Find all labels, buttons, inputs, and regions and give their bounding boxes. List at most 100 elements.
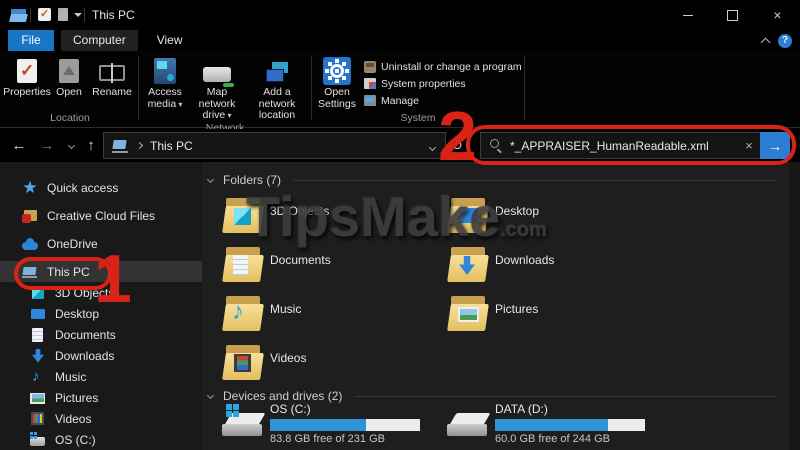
folder-tile[interactable]: Videos bbox=[222, 343, 447, 392]
folder-icon bbox=[224, 345, 262, 381]
properties-button[interactable]: Properties bbox=[4, 54, 50, 99]
system-properties-button[interactable]: System properties bbox=[364, 75, 522, 92]
divider bbox=[311, 56, 312, 120]
navigation-bar: ← → ↑ This PC ↻ × → 2 bbox=[0, 129, 800, 162]
clear-search-icon[interactable]: × bbox=[738, 138, 760, 153]
ribbon-tab[interactable]: View bbox=[145, 30, 195, 51]
minimize-ribbon-icon[interactable] bbox=[761, 38, 771, 48]
back-button[interactable]: ← bbox=[8, 129, 30, 162]
drive-name: DATA (D:) bbox=[495, 402, 645, 416]
divider bbox=[138, 56, 139, 120]
forward-button[interactable]: → bbox=[36, 129, 58, 162]
breadcrumb[interactable]: This PC bbox=[150, 139, 193, 153]
sidebar-item[interactable]: Pictures bbox=[0, 387, 202, 408]
divider bbox=[84, 8, 85, 22]
drive-tile[interactable]: DATA (D:) 60.0 GB free of 244 GB bbox=[447, 402, 672, 450]
divider bbox=[293, 180, 776, 181]
search-box[interactable]: × → bbox=[480, 132, 790, 159]
rename-button[interactable]: Rename bbox=[88, 54, 136, 99]
quick-access-icon bbox=[22, 180, 38, 196]
folder-label: Documents bbox=[270, 253, 331, 267]
minimize-button[interactable] bbox=[665, 0, 710, 30]
drive-windows-icon bbox=[222, 406, 266, 440]
onedrive-icon bbox=[22, 236, 38, 252]
uninstall-icon bbox=[364, 61, 376, 73]
sidebar-item[interactable]: OS (C:) bbox=[0, 429, 202, 450]
sidebar-item-label: Music bbox=[55, 370, 86, 384]
documents-icon bbox=[233, 255, 248, 275]
open-button[interactable]: Open bbox=[50, 54, 88, 99]
drive-plain-icon bbox=[447, 406, 491, 440]
this-pc-icon bbox=[112, 139, 129, 153]
breadcrumb-chevron-icon bbox=[136, 142, 143, 149]
search-input[interactable] bbox=[510, 139, 738, 153]
sidebar-item-label: Pictures bbox=[55, 391, 98, 405]
close-button[interactable]: × bbox=[755, 0, 800, 30]
rename-icon bbox=[99, 65, 125, 81]
drive-caption: 60.0 GB free of 244 GB bbox=[495, 433, 645, 445]
folder-label: Videos bbox=[270, 351, 306, 365]
folder-tile[interactable]: Music bbox=[222, 294, 447, 343]
open-icon bbox=[59, 59, 79, 83]
folder-icon bbox=[449, 247, 487, 283]
videos-icon bbox=[234, 354, 251, 372]
open-settings-button[interactable]: Open Settings bbox=[314, 54, 360, 110]
watermark: TipsMake.com bbox=[246, 184, 547, 249]
annotation-number-1: 1 bbox=[94, 246, 132, 312]
documents-icon bbox=[30, 327, 46, 343]
desktop-icon bbox=[30, 306, 46, 322]
search-go-button[interactable]: → bbox=[760, 132, 790, 159]
capacity-bar-fill bbox=[495, 419, 608, 431]
help-icon[interactable] bbox=[778, 34, 792, 48]
recent-locations-icon[interactable] bbox=[60, 129, 82, 162]
downloads-icon bbox=[459, 256, 475, 275]
windows-logo-icon bbox=[226, 404, 232, 410]
collapse-section-icon bbox=[207, 391, 214, 398]
sidebar-item[interactable]: Creative Cloud Files bbox=[0, 205, 202, 226]
maximize-button[interactable] bbox=[710, 0, 755, 30]
sidebar-item[interactable]: Quick access bbox=[0, 177, 202, 198]
ribbon-tab[interactable]: File bbox=[8, 30, 54, 51]
folder-icon bbox=[224, 296, 262, 332]
sidebar-item[interactable]: Music bbox=[0, 366, 202, 387]
creative-cloud-icon bbox=[22, 208, 38, 224]
qat-checkbox-icon[interactable] bbox=[38, 8, 51, 21]
window-title: This PC bbox=[92, 0, 135, 30]
map-network-drive-button[interactable]: Map network drive bbox=[189, 54, 245, 122]
address-bar[interactable]: This PC bbox=[103, 132, 446, 159]
system-properties-icon bbox=[364, 78, 376, 89]
sidebar-item-label: OS (C:) bbox=[55, 433, 96, 447]
settings-gear-icon bbox=[323, 57, 351, 85]
sidebar-item[interactable]: Documents bbox=[0, 324, 202, 345]
folder-tile[interactable]: Documents bbox=[222, 245, 447, 294]
group-label-system: System bbox=[314, 112, 522, 127]
navigation-pane: Quick access Creative Cloud Files OneDri… bbox=[0, 162, 202, 450]
access-media-button[interactable]: Access media bbox=[141, 54, 189, 110]
folder-tile[interactable]: Downloads bbox=[447, 245, 672, 294]
manage-icon bbox=[364, 95, 376, 106]
properties-icon bbox=[17, 59, 37, 83]
address-dropdown-icon[interactable] bbox=[430, 139, 435, 153]
up-button[interactable]: ↑ bbox=[80, 129, 102, 162]
add-network-location-icon bbox=[264, 62, 290, 83]
folder-tile[interactable]: Pictures bbox=[447, 294, 672, 343]
ribbon-group-location: Properties Open Rename Location bbox=[4, 51, 136, 127]
ribbon-tab[interactable]: Computer bbox=[61, 30, 138, 51]
folder-icon bbox=[224, 247, 262, 283]
uninstall-program-button[interactable]: Uninstall or change a program bbox=[364, 58, 522, 75]
add-network-location-button[interactable]: Add a network location bbox=[245, 54, 309, 122]
explorer-app-icon bbox=[10, 8, 28, 22]
drive-tile[interactable]: OS (C:) 83.8 GB free of 231 GB bbox=[222, 402, 447, 450]
music-icon bbox=[30, 369, 46, 385]
pictures-icon bbox=[30, 390, 46, 406]
drives-grid: OS (C:) 83.8 GB free of 231 GB DATA (D:)… bbox=[222, 402, 672, 450]
sidebar-item[interactable]: Downloads bbox=[0, 345, 202, 366]
drive-os-icon bbox=[30, 432, 46, 448]
divider bbox=[524, 56, 525, 120]
sidebar-item[interactable]: Videos bbox=[0, 408, 202, 429]
qat-properties-icon[interactable] bbox=[58, 8, 68, 21]
divider bbox=[30, 8, 31, 22]
scrollbar[interactable] bbox=[789, 162, 800, 450]
search-icon bbox=[490, 139, 503, 152]
qat-dropdown-icon[interactable] bbox=[74, 13, 82, 17]
